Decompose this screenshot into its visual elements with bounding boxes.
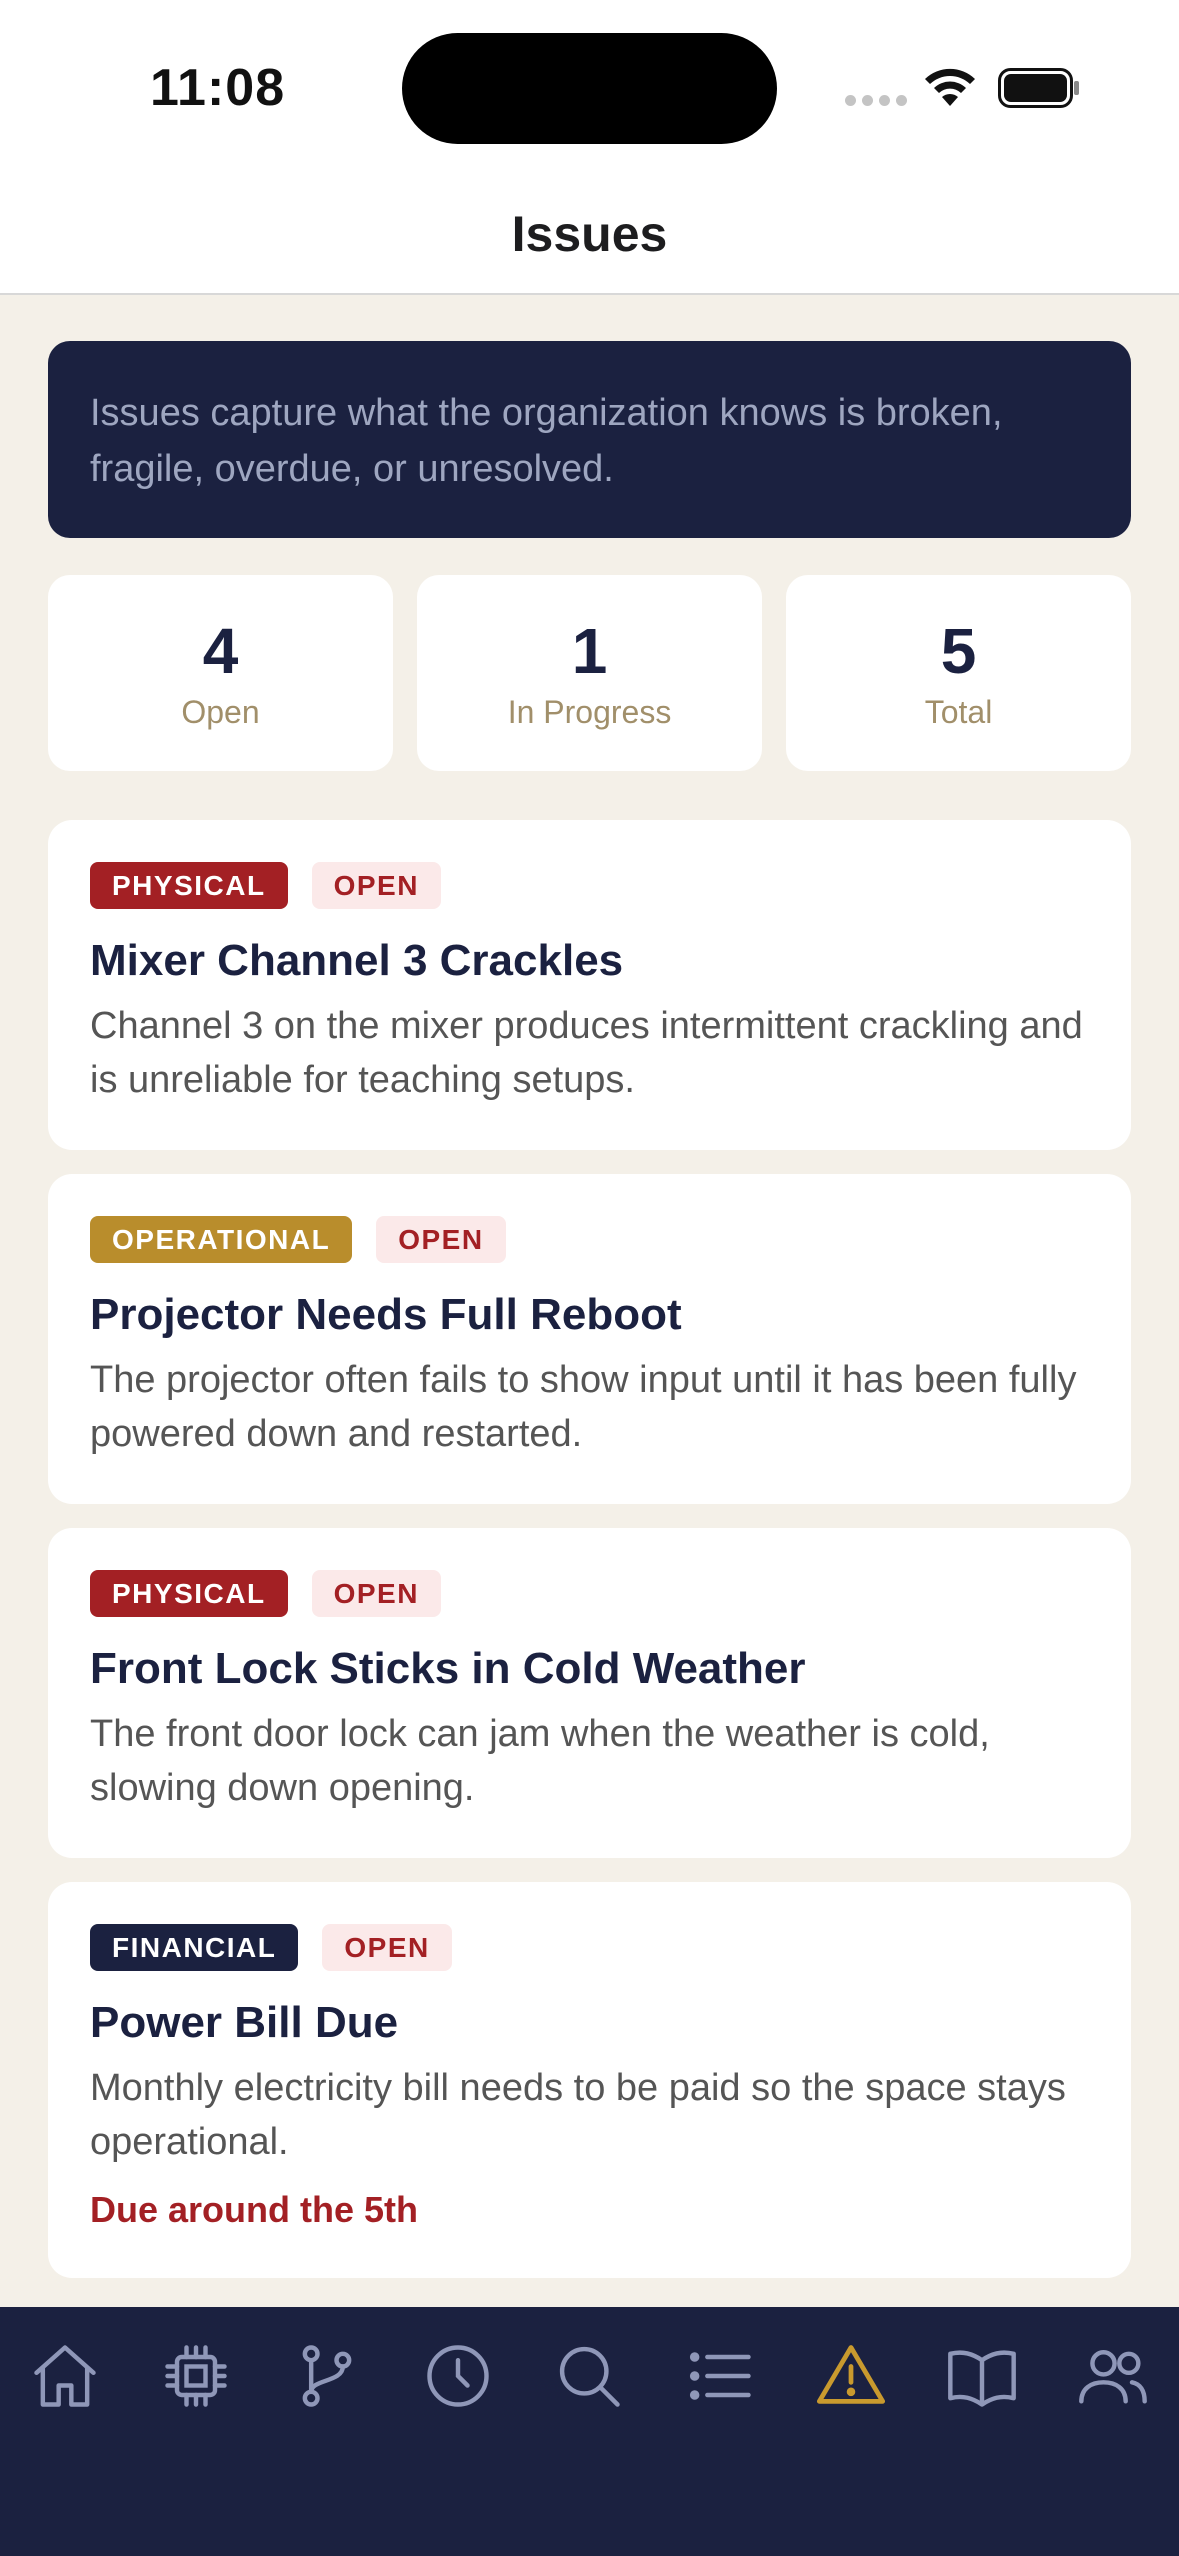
stat-label: In Progress — [507, 693, 672, 730]
issue-title: Mixer Channel 3 Crackles — [90, 936, 624, 985]
stat-value: 4 — [202, 614, 239, 687]
status-bar: 11:08 — [0, 0, 1179, 175]
list-icon — [689, 2352, 751, 2400]
issue-description: The front door lock can jam when the wea… — [90, 1713, 990, 1809]
stat-value: 1 — [571, 614, 608, 687]
issue-description: Channel 3 on the mixer produces intermit… — [90, 1005, 1083, 1101]
home-icon — [34, 2345, 96, 2407]
tab-workflows[interactable] — [282, 2331, 372, 2421]
wifi-icon — [925, 68, 975, 106]
branch-icon — [302, 2345, 352, 2407]
tab-people[interactable] — [1068, 2331, 1158, 2421]
tab-search[interactable] — [544, 2331, 634, 2421]
clock-icon — [427, 2345, 489, 2407]
stats-row: 4 Open 1 In Progress 5 Total — [48, 575, 1131, 771]
nav-header: Issues — [0, 175, 1179, 295]
stat-label: Total — [924, 693, 993, 730]
status-badge: OPEN — [311, 1570, 441, 1617]
search-icon — [559, 2346, 620, 2407]
issue-title: Projector Needs Full Reboot — [90, 1290, 682, 1339]
status-badge: OPEN — [376, 1216, 506, 1263]
tab-bar — [0, 2307, 1179, 2556]
tab-equipment[interactable] — [151, 2331, 241, 2421]
stat-value: 5 — [940, 614, 977, 687]
issue-card[interactable]: PHYSICAL OPEN Front Lock Sticks in Cold … — [48, 1528, 1131, 1858]
issue-card[interactable]: OPERATIONAL OPEN Projector Needs Full Re… — [48, 1174, 1131, 1504]
status-badge: OPEN — [322, 1924, 452, 1971]
battery-icon — [998, 68, 1079, 108]
status-time: 11:08 — [150, 59, 286, 117]
stat-open: 4 Open — [48, 575, 393, 771]
chip-icon — [165, 2345, 227, 2407]
category-badge: PHYSICAL — [90, 1570, 288, 1617]
tab-home[interactable] — [20, 2331, 110, 2421]
book-icon — [948, 2350, 1016, 2407]
warning-icon — [816, 2345, 886, 2404]
stat-total: 5 Total — [786, 575, 1131, 771]
category-badge: FINANCIAL — [90, 1924, 299, 1971]
tag-row: OPERATIONAL OPEN — [90, 1216, 1089, 1263]
dynamic-island — [402, 33, 777, 144]
issue-description: Monthly electricity bill needs to be pai… — [90, 2067, 1066, 2163]
stat-label: Open — [181, 693, 260, 730]
cellular-signal-icon — [845, 95, 907, 106]
issue-description: The projector often fails to show input … — [90, 1359, 1077, 1455]
people-icon — [1079, 2350, 1147, 2404]
stat-in-progress: 1 In Progress — [417, 575, 762, 771]
issue-card[interactable]: PHYSICAL OPEN Mixer Channel 3 Crackles C… — [48, 820, 1131, 1150]
tab-history[interactable] — [413, 2331, 503, 2421]
category-badge: PHYSICAL — [90, 862, 288, 909]
tag-row: PHYSICAL OPEN — [90, 1570, 1089, 1617]
status-badge: OPEN — [311, 862, 441, 909]
tab-docs[interactable] — [937, 2331, 1027, 2421]
issue-title: Front Lock Sticks in Cold Weather — [90, 1644, 806, 1693]
page-title: Issues — [511, 206, 668, 262]
tag-row: FINANCIAL OPEN — [90, 1924, 1089, 1971]
tab-issues[interactable] — [806, 2331, 896, 2421]
issue-card[interactable]: FINANCIAL OPEN Power Bill Due Monthly el… — [48, 1882, 1131, 2278]
category-badge: OPERATIONAL — [90, 1216, 353, 1263]
tab-list[interactable] — [675, 2331, 765, 2421]
due-date: Due around the 5th — [90, 2189, 419, 2230]
tag-row: PHYSICAL OPEN — [90, 862, 1089, 909]
info-banner: Issues capture what the organization kno… — [48, 341, 1131, 538]
issue-title: Power Bill Due — [90, 1998, 399, 2047]
